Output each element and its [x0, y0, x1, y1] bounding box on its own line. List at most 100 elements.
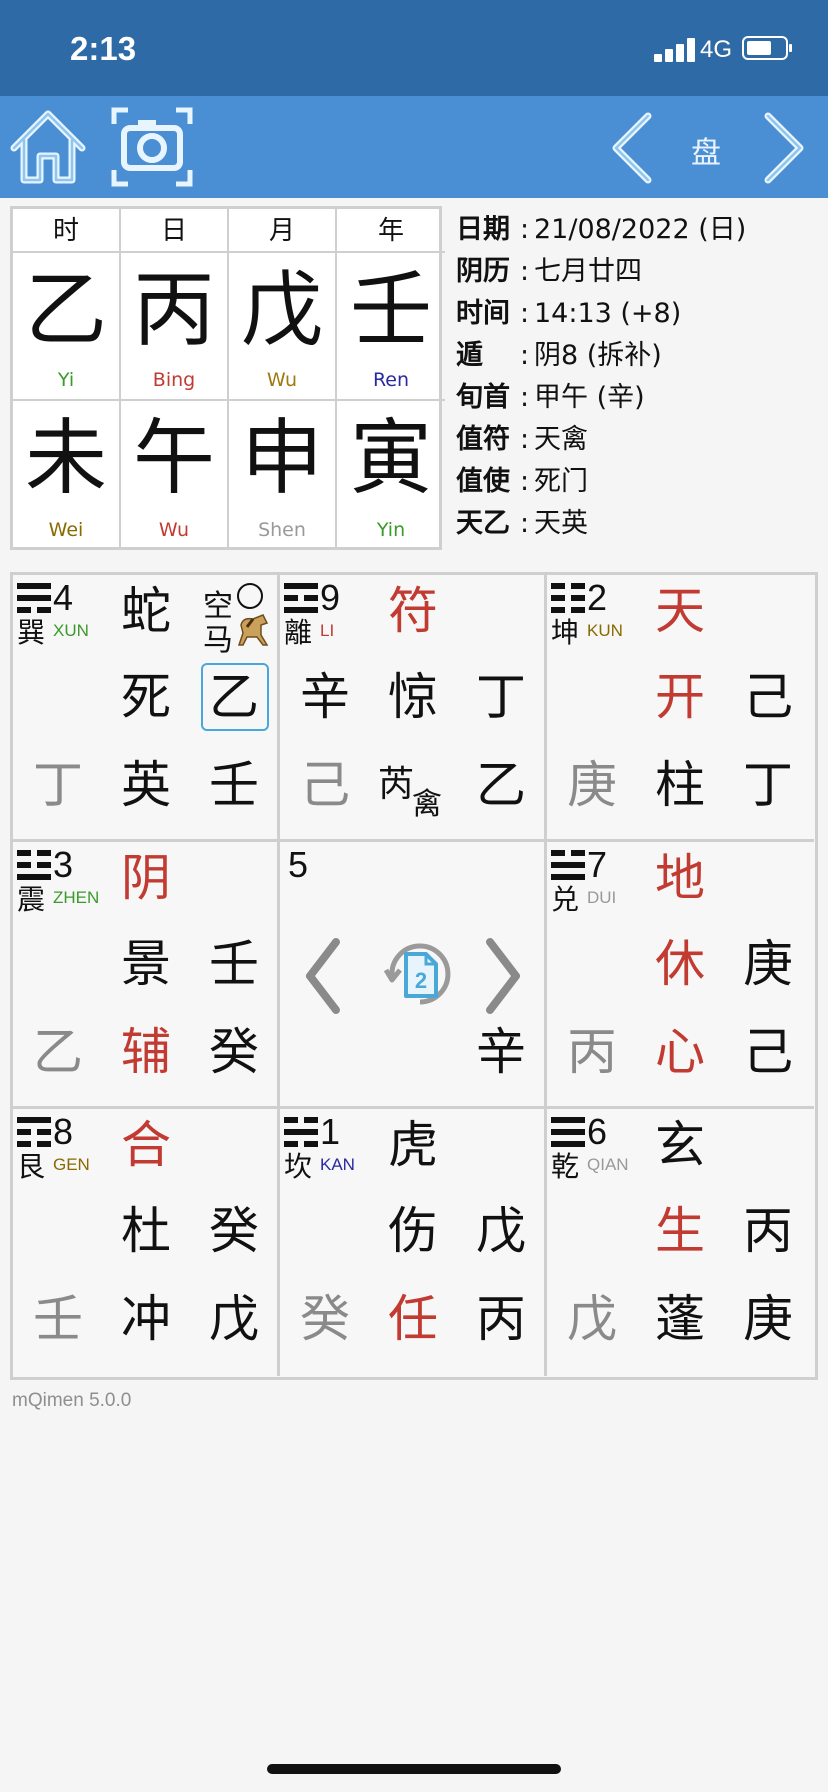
palace-center: 5 2 辛: [280, 842, 547, 1109]
door-stem: 乙: [209, 668, 259, 726]
trigram-pinyin: ZHEN: [53, 888, 100, 907]
palace-gen[interactable]: 8 艮 GEN 合 杜 癸 壬 冲 戊: [13, 1109, 280, 1376]
star: 英: [121, 756, 171, 814]
palace-xun[interactable]: 4 巽 XUN 蛇 空 马 死 乙 丁 英 壬: [13, 575, 280, 842]
trigram-pinyin: DUI: [587, 888, 617, 907]
earth-stem: 庚: [567, 756, 617, 814]
deity: 天: [655, 582, 705, 640]
palace-qian[interactable]: 6 乾 QIAN 玄 生 丙 戊 蓬 庚: [547, 1109, 814, 1376]
palace-kan[interactable]: 1 坎 KAN 虎 伤 戊 癸 任 丙: [280, 1109, 547, 1376]
chart-title: 盘: [691, 136, 721, 171]
door: 开: [655, 668, 705, 726]
star: 芮: [378, 764, 415, 805]
star-stem: 癸: [209, 1023, 259, 1081]
stem-char: 戊: [240, 263, 323, 358]
info-label: 阴历: [456, 256, 510, 287]
info-value: 阴8 (拆补): [534, 340, 662, 371]
palace-dui[interactable]: 7 兑 DUI 地 休 庚 丙 心 己: [547, 842, 814, 1109]
branch-pinyin: Yin: [376, 519, 406, 541]
trigram-pinyin: LI: [320, 621, 335, 640]
chevron-right-icon[interactable]: [756, 108, 812, 188]
palace-number: 6: [587, 1111, 608, 1152]
trigram-pinyin: GEN: [53, 1155, 90, 1174]
door: 死: [121, 668, 171, 726]
pillar-stem-month: 戊 Wu: [229, 253, 337, 401]
star: 任: [388, 1290, 438, 1348]
horse-marker: 马: [203, 623, 233, 658]
stem-pinyin: Bing: [152, 369, 196, 391]
stem-char: 乙: [24, 263, 107, 358]
deity: 地: [655, 849, 705, 907]
home-indicator[interactable]: [267, 1764, 561, 1774]
branch-pinyin: Shen: [258, 519, 306, 541]
home-icon[interactable]: [8, 106, 88, 188]
deity: 虎: [388, 1116, 438, 1174]
earth-stem: 丙: [567, 1023, 617, 1081]
stem-pinyin: Wu: [266, 369, 298, 391]
branch-char: 未: [24, 411, 107, 506]
network-type: 4G: [700, 36, 733, 63]
trigram-name: 巽: [17, 616, 46, 649]
palace-number: 7: [587, 844, 608, 885]
branch-pinyin: Wu: [158, 519, 190, 541]
palace-number: 1: [320, 1111, 341, 1152]
star: 柱: [655, 756, 705, 814]
palace-number: 9: [320, 577, 341, 618]
palace-kun[interactable]: 2 坤 KUN 天 开 己 庚 柱 丁: [547, 575, 814, 842]
earth-stem: 乙: [33, 1023, 83, 1081]
info-value: 21/08/2022 (日): [534, 214, 747, 245]
branch-char: 申: [240, 411, 323, 506]
pillar-header-month: 月: [229, 209, 337, 253]
palace-number: 2: [587, 577, 608, 618]
door: 景: [121, 935, 171, 993]
info-label: 时间: [456, 298, 510, 329]
earth-stem: 壬: [33, 1290, 83, 1348]
selected-stem-box[interactable]: 乙: [201, 663, 269, 731]
trigram-name: 乾: [551, 1150, 580, 1183]
earth-stem: 癸: [300, 1290, 350, 1348]
prev-chevron-icon[interactable]: [302, 936, 344, 1016]
status-bar: 2:13 4G: [0, 0, 828, 96]
branch-char: 午: [132, 411, 215, 506]
star: 蓬: [655, 1290, 705, 1348]
deity: 阴: [121, 849, 171, 907]
deity: 符: [388, 582, 438, 640]
pillar-header-day: 日: [121, 209, 229, 253]
door-stem: 丙: [743, 1202, 793, 1260]
door-stem: 丁: [476, 668, 526, 726]
door-stem: 己: [743, 668, 793, 726]
pillar-branch-day: 午 Wu: [121, 401, 229, 549]
trigram-pinyin: XUN: [53, 621, 89, 640]
star: 冲: [121, 1290, 171, 1348]
star-stem: 乙: [476, 756, 526, 814]
app-version: mQimen 5.0.0: [12, 1390, 132, 1411]
chevron-left-icon[interactable]: [604, 108, 660, 188]
palace-number: 3: [53, 844, 74, 885]
deity: 合: [121, 1116, 171, 1174]
info-value: 天英: [534, 508, 588, 539]
trigram-name: 坎: [284, 1150, 313, 1183]
pillar-branch-month: 申 Shen: [229, 401, 337, 549]
palace-zhen[interactable]: 3 震 ZHEN 阴 景 壬 乙 辅 癸: [13, 842, 280, 1109]
info-label: 遁: [456, 340, 483, 371]
camera-icon[interactable]: [110, 106, 194, 188]
refresh-page-icon[interactable]: 2: [378, 932, 462, 1016]
star-stem: 己: [743, 1023, 793, 1081]
pillar-branch-year: 寅 Yin: [337, 401, 445, 549]
palace-li[interactable]: 9 離 LI 符 辛 惊 丁 己 芮 禽 乙: [280, 575, 547, 842]
pillar-header-hour: 时: [13, 209, 121, 253]
door: 惊: [388, 668, 438, 726]
trigram-name: 離: [284, 616, 313, 649]
next-chevron-icon[interactable]: [482, 936, 524, 1016]
trigram-name: 坤: [551, 616, 580, 649]
palace-number: 8: [53, 1111, 74, 1152]
deity: 蛇: [121, 582, 171, 640]
stem-pinyin: Yi: [57, 369, 75, 391]
stem-char: 丙: [132, 263, 215, 358]
trigram-pinyin: QIAN: [587, 1155, 629, 1174]
earth-stem: 戊: [567, 1290, 617, 1348]
door-stem: 癸: [209, 1202, 259, 1260]
star: 辅: [121, 1023, 171, 1081]
trigram-name: 兑: [551, 883, 580, 916]
earth-stem: 己: [300, 756, 350, 814]
